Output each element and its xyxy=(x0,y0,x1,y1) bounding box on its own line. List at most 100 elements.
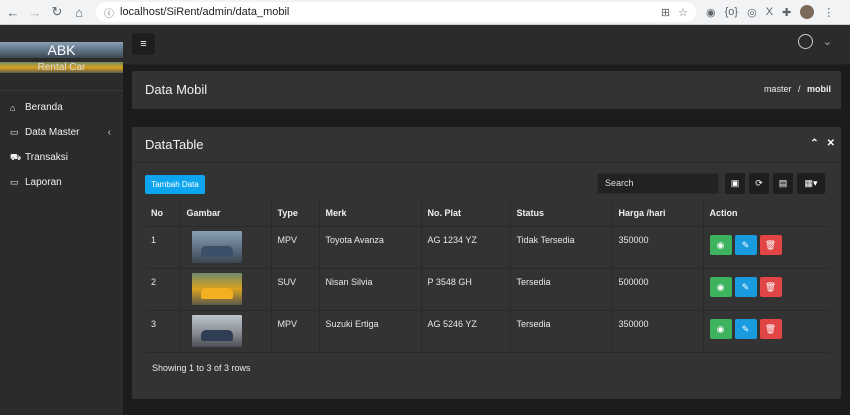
card-header: DataTable ⌃ ✕ xyxy=(132,127,841,163)
page-header: Data Mobil master / mobil xyxy=(132,71,841,109)
table-row: 2 SUV Nisan Silvia P 3548 GH Tersedia 50… xyxy=(145,268,829,311)
forward-icon[interactable]: → xyxy=(26,5,44,20)
columns-icon[interactable]: ▦▾ xyxy=(797,173,825,194)
home-icon[interactable]: ⌂ xyxy=(70,5,88,20)
back-icon[interactable]: ← xyxy=(4,5,22,20)
cell-no: 3 xyxy=(145,310,181,353)
column-header[interactable]: No. Plat xyxy=(421,201,511,227)
user-menu[interactable]: ⌄ xyxy=(797,34,832,49)
car-thumbnail xyxy=(191,230,242,263)
profile-avatar[interactable] xyxy=(800,5,815,19)
delete-button[interactable]: 🗑 xyxy=(759,318,782,339)
cell-status: Tersedia xyxy=(510,310,613,353)
cell-action: ◉ ✎ 🗑 xyxy=(703,226,829,269)
table-header-row: No Gambar Type Merk No. Plat Status Harg… xyxy=(145,201,829,227)
column-header[interactable]: Harga /hari xyxy=(612,201,704,227)
info-icon[interactable]: ⓘ xyxy=(104,5,114,20)
breadcrumb-separator: / xyxy=(797,84,801,94)
column-header[interactable]: No xyxy=(145,201,181,227)
hamburger-button[interactable]: ≡ xyxy=(132,33,155,55)
delete-button[interactable]: 🗑 xyxy=(759,234,782,255)
puzzle-icon[interactable]: ✚ xyxy=(782,6,791,19)
column-header[interactable]: Merk xyxy=(319,201,422,227)
delete-button[interactable]: 🗑 xyxy=(759,276,782,297)
star-icon[interactable]: ☆ xyxy=(678,6,688,19)
camera-icon[interactable]: ◉ xyxy=(706,6,716,19)
cell-merk: Toyota Avanza xyxy=(319,226,422,269)
edit-button[interactable]: ✎ xyxy=(734,234,757,255)
column-header[interactable]: Type xyxy=(271,201,320,227)
card-title: DataTable xyxy=(145,137,204,152)
table-row: 1 MPV Toyota Avanza AG 1234 YZ Tidak Ter… xyxy=(145,226,829,269)
edit-button[interactable]: ✎ xyxy=(734,276,757,297)
refresh-icon[interactable]: ⟳ xyxy=(749,173,769,194)
cell-type: MPV xyxy=(271,310,320,353)
pagination-toggle-icon[interactable]: ▣ xyxy=(725,173,745,194)
cell-no: 2 xyxy=(145,268,181,311)
translate-icon[interactable]: ⊞ xyxy=(661,6,670,19)
code-extension-icon[interactable]: {o} xyxy=(725,6,738,18)
view-button[interactable]: ◉ xyxy=(709,276,732,297)
extensions-bar: ◉ {o} ◎ X ✚ ⋮ xyxy=(706,5,834,19)
sidebar-item-data-master[interactable]: ▭ Data Master ‹ xyxy=(0,120,123,145)
column-header[interactable]: Status xyxy=(510,201,613,227)
chevron-left-icon: ‹ xyxy=(107,127,111,138)
sidebar-item-beranda[interactable]: ⌂ Beranda xyxy=(0,95,123,120)
view-button[interactable]: ◉ xyxy=(709,318,732,339)
collapse-icon[interactable]: ⌃ xyxy=(810,138,818,149)
close-icon[interactable]: ✕ xyxy=(827,138,835,149)
reload-icon[interactable]: ↻ xyxy=(48,4,66,20)
cell-image xyxy=(180,310,272,353)
breadcrumb-current: mobil xyxy=(807,84,831,94)
table-toolbar: ▣ ⟳ ▤ ▦▾ xyxy=(725,173,825,194)
car-thumbnail xyxy=(191,272,242,305)
sidebar-menu: ⌂ Beranda ▭ Data Master ‹ ⛟ Transaksi ▭ … xyxy=(0,95,123,195)
column-header[interactable]: Gambar xyxy=(180,201,272,227)
export-icon[interactable]: ▤ xyxy=(773,173,793,194)
cell-plat: P 3548 GH xyxy=(421,268,511,311)
cell-plat: AG 1234 YZ xyxy=(421,226,511,269)
cell-type: MPV xyxy=(271,226,320,269)
chevron-down-icon[interactable]: ⌄ xyxy=(823,35,832,48)
sidebar-item-label: Data Master xyxy=(25,127,80,138)
cell-no: 1 xyxy=(145,226,181,269)
brand-subtitle: Rental Car xyxy=(0,62,123,73)
add-data-button[interactable]: Tambah Data xyxy=(145,175,205,194)
brand-title: ABK xyxy=(0,42,123,58)
cell-status: Tidak Tersedia xyxy=(510,226,613,269)
sidebar-item-transaksi[interactable]: ⛟ Transaksi xyxy=(0,145,123,170)
data-table: No Gambar Type Merk No. Plat Status Harg… xyxy=(145,201,829,353)
table-footer-info: Showing 1 to 3 of 3 rows xyxy=(152,363,251,373)
user-icon[interactable] xyxy=(797,34,813,49)
page-title: Data Mobil xyxy=(145,82,208,97)
cell-plat: AG 5246 YZ xyxy=(421,310,511,353)
address-bar[interactable]: ⓘ localhost/SiRent/admin/data_mobil ⊞ ☆ xyxy=(96,2,696,22)
cell-harga: 350000 xyxy=(612,226,704,269)
sidebar-item-laporan[interactable]: ▭ Laporan xyxy=(0,170,123,195)
sidebar-item-label: Beranda xyxy=(25,102,63,113)
car-thumbnail xyxy=(191,314,242,347)
view-button[interactable]: ◉ xyxy=(709,234,732,255)
globe-icon[interactable]: ◎ xyxy=(747,6,757,19)
desktop-icon: ▭ xyxy=(10,177,19,187)
edit-button[interactable]: ✎ xyxy=(734,318,757,339)
browser-menu-icon[interactable]: ⋮ xyxy=(823,6,834,19)
cell-harga: 500000 xyxy=(612,268,704,311)
top-navbar: ≡ ⌄ xyxy=(123,25,850,65)
url-text[interactable]: localhost/SiRent/admin/data_mobil xyxy=(120,6,289,18)
cell-merk: Suzuki Ertiga xyxy=(319,310,422,353)
search-input[interactable]: Search xyxy=(597,173,719,194)
x-extension-icon[interactable]: X xyxy=(766,6,773,18)
column-header[interactable]: Action xyxy=(703,201,829,227)
browser-toolbar: ← → ↻ ⌂ ⓘ localhost/SiRent/admin/data_mo… xyxy=(0,0,850,25)
breadcrumb: master / mobil xyxy=(764,84,831,94)
cell-image xyxy=(180,226,272,269)
cell-harga: 350000 xyxy=(612,310,704,353)
cell-status: Tersedia xyxy=(510,268,613,311)
cell-image xyxy=(180,268,272,311)
brand[interactable]: ABK Rental Car xyxy=(0,25,123,91)
sidebar-item-label: Transaksi xyxy=(25,152,68,163)
cell-action: ◉ ✎ 🗑 xyxy=(703,310,829,353)
breadcrumb-master[interactable]: master xyxy=(764,84,792,94)
cell-action: ◉ ✎ 🗑 xyxy=(703,268,829,311)
